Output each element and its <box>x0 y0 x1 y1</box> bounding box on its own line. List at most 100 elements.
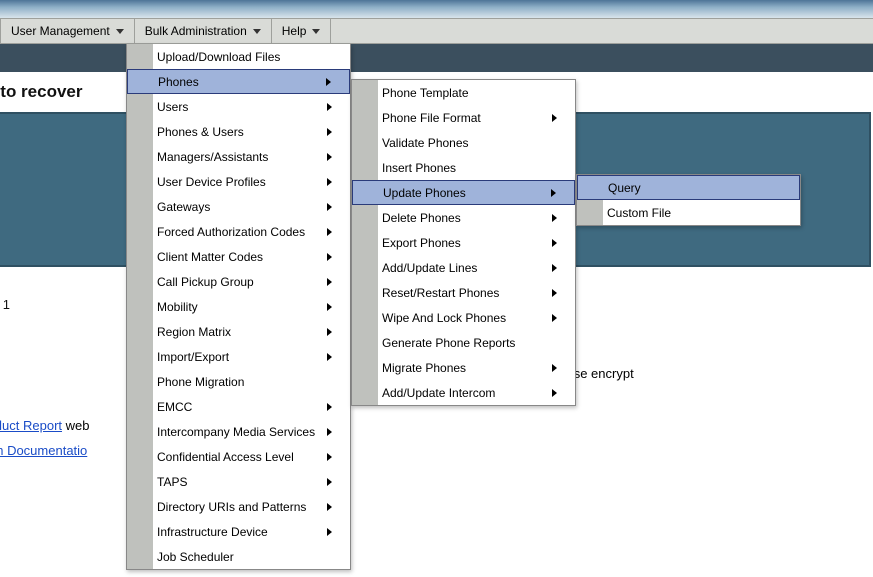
chevron-right-icon <box>327 228 332 236</box>
phones-item-phone-file-format[interactable]: Phone File Format <box>352 105 575 130</box>
phones-item-wipe-and-lock-phones[interactable]: Wipe And Lock Phones <box>352 305 575 330</box>
menu-gutter <box>577 200 603 225</box>
menu-gutter <box>127 44 153 69</box>
menu-item-label: Phones <box>158 75 326 89</box>
menu-gutter <box>127 144 153 169</box>
menu-gutter <box>352 230 378 255</box>
menu-help-label: Help <box>282 24 307 38</box>
menu-gutter <box>127 544 153 569</box>
menu-item-label: Directory URIs and Patterns <box>157 500 327 514</box>
menu-item-label: Gateways <box>157 200 327 214</box>
menu-item-label: Migrate Phones <box>382 361 552 375</box>
menu-item-label: Reset/Restart Phones <box>382 286 552 300</box>
menu-gutter <box>353 181 379 204</box>
chevron-right-icon <box>552 214 557 222</box>
menu-item-emcc[interactable]: EMCC <box>127 394 350 419</box>
menu-item-region-matrix[interactable]: Region Matrix <box>127 319 350 344</box>
dropdown-cascade: Upload/Download Files Phones Users Phones &… <box>126 44 801 570</box>
menu-gutter <box>352 155 378 180</box>
menu-item-label: Confidential Access Level <box>157 450 327 464</box>
phones-item-delete-phones[interactable]: Delete Phones <box>352 205 575 230</box>
update-phones-item-query[interactable]: Query <box>577 175 800 200</box>
chevron-right-icon <box>552 364 557 372</box>
menu-item-phones-users[interactable]: Phones & Users <box>127 119 350 144</box>
phones-item-add-update-lines[interactable]: Add/Update Lines <box>352 255 575 280</box>
update-phones-item-custom-file[interactable]: Custom File <box>577 200 800 225</box>
chevron-right-icon <box>327 478 332 486</box>
menu-gutter <box>127 119 153 144</box>
phones-item-export-phones[interactable]: Export Phones <box>352 230 575 255</box>
menu-item-label: Delete Phones <box>382 211 552 225</box>
menu-item-label: Update Phones <box>383 186 551 200</box>
menu-gutter <box>352 255 378 280</box>
menu-gutter <box>127 219 153 244</box>
menu-item-label: Forced Authorization Codes <box>157 225 327 239</box>
menu-gutter <box>352 280 378 305</box>
menu-gutter <box>352 380 378 405</box>
phones-item-migrate-phones[interactable]: Migrate Phones <box>352 355 575 380</box>
menu-item-upload-download-files[interactable]: Upload/Download Files <box>127 44 350 69</box>
menu-item-user-device-profiles[interactable]: User Device Profiles <box>127 169 350 194</box>
menu-item-mobility[interactable]: Mobility <box>127 294 350 319</box>
menu-item-job-scheduler[interactable]: Job Scheduler <box>127 544 350 569</box>
product-report-link[interactable]: nce Product Report <box>0 418 62 433</box>
menu-item-phone-migration[interactable]: Phone Migration <box>127 369 350 394</box>
menu-gutter <box>578 176 604 199</box>
menu-bulk-administration[interactable]: Bulk Administration <box>135 19 272 43</box>
menu-gutter <box>127 194 153 219</box>
menu-item-confidential-access-level[interactable]: Confidential Access Level <box>127 444 350 469</box>
menu-gutter <box>127 469 153 494</box>
phones-item-insert-phones[interactable]: Insert Phones <box>352 155 575 180</box>
menu-gutter <box>352 205 378 230</box>
menu-gutter <box>127 394 153 419</box>
menu-item-gateways[interactable]: Gateways <box>127 194 350 219</box>
menu-item-label: Users <box>157 100 327 114</box>
menu-item-forced-authorization-codes[interactable]: Forced Authorization Codes <box>127 219 350 244</box>
menu-gutter <box>352 80 378 105</box>
menu-item-phones[interactable]: Phones <box>127 69 350 94</box>
chevron-right-icon <box>327 253 332 261</box>
chevron-right-icon <box>327 153 332 161</box>
menu-gutter <box>127 494 153 519</box>
menu-item-intercompany-media-services[interactable]: Intercompany Media Services <box>127 419 350 444</box>
system-documentation-link[interactable]: s System Documentatio <box>0 443 87 458</box>
menu-item-label: Phone File Format <box>382 111 552 125</box>
menu-item-label: Region Matrix <box>157 325 327 339</box>
menu-item-infrastructure-device[interactable]: Infrastructure Device <box>127 519 350 544</box>
menu-item-client-matter-codes[interactable]: Client Matter Codes <box>127 244 350 269</box>
menu-item-taps[interactable]: TAPS <box>127 469 350 494</box>
phones-item-generate-phone-reports[interactable]: Generate Phone Reports <box>352 330 575 355</box>
phones-item-add-update-intercom[interactable]: Add/Update Intercom <box>352 380 575 405</box>
menu-gutter <box>352 355 378 380</box>
phones-item-phone-template[interactable]: Phone Template <box>352 80 575 105</box>
caret-down-icon <box>312 29 320 34</box>
menu-help[interactable]: Help <box>272 19 332 43</box>
menu-item-call-pickup-group[interactable]: Call Pickup Group <box>127 269 350 294</box>
chevron-right-icon <box>327 303 332 311</box>
menu-gutter <box>127 169 153 194</box>
chevron-right-icon <box>326 78 331 86</box>
menu-item-users[interactable]: Users <box>127 94 350 119</box>
menu-item-label: Call Pickup Group <box>157 275 327 289</box>
menu-item-import-export[interactable]: Import/Export <box>127 344 350 369</box>
chevron-right-icon <box>327 403 332 411</box>
menu-item-directory-uris-and-patterns[interactable]: Directory URIs and Patterns <box>127 494 350 519</box>
phones-item-validate-phones[interactable]: Validate Phones <box>352 130 575 155</box>
menu-item-label: TAPS <box>157 475 327 489</box>
phones-item-reset-restart-phones[interactable]: Reset/Restart Phones <box>352 280 575 305</box>
menu-gutter <box>352 105 378 130</box>
menu-gutter <box>127 419 153 444</box>
menu-item-label: Upload/Download Files <box>157 50 332 64</box>
chevron-right-icon <box>552 264 557 272</box>
menu-user-management[interactable]: User Management <box>0 19 135 43</box>
menu-item-managers-assistants[interactable]: Managers/Assistants <box>127 144 350 169</box>
chevron-right-icon <box>327 178 332 186</box>
phones-item-update-phones[interactable]: Update Phones <box>352 180 575 205</box>
chevron-right-icon <box>327 453 332 461</box>
submenu-update-phones: QueryCustom File <box>576 174 801 226</box>
menu-gutter <box>127 444 153 469</box>
chevron-right-icon <box>552 289 557 297</box>
chevron-right-icon <box>552 239 557 247</box>
menu-item-label: Validate Phones <box>382 136 557 150</box>
chevron-right-icon <box>327 353 332 361</box>
